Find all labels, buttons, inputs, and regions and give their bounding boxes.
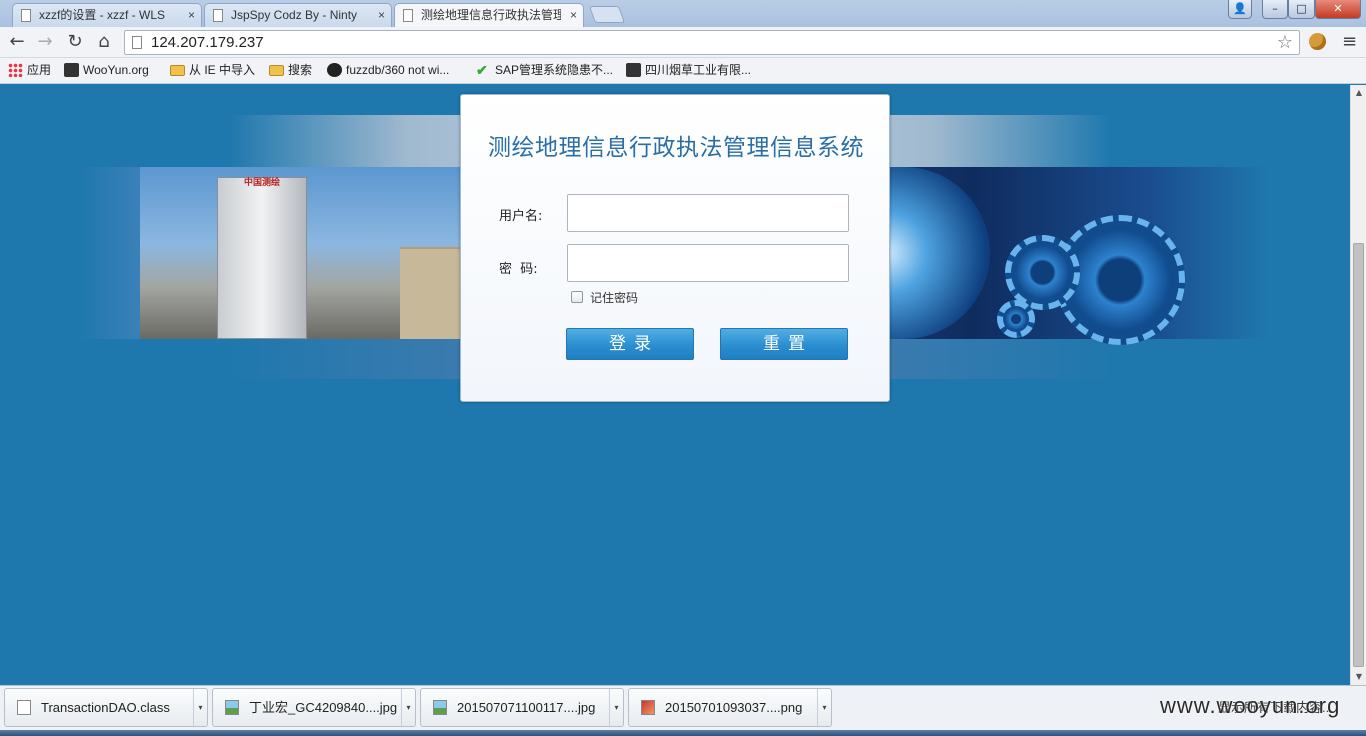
menu-icon[interactable]: ≡ [1342,30,1357,54]
vertical-scrollbar[interactable]: ▲ ▼ [1350,85,1366,685]
remember-password-checkbox[interactable] [571,291,583,303]
image-file-icon [225,700,239,715]
page-icon [21,9,31,22]
close-tab-icon[interactable]: × [570,4,577,26]
password-label: 密 码: [499,262,538,277]
download-item[interactable]: TransactionDAO.class ▾ [4,688,208,727]
bookmark-label: fuzzdb/360 not wi... [346,63,450,77]
minimize-button[interactable]: – [1262,0,1288,19]
folder-icon [170,65,185,76]
address-bar[interactable]: 124.207.179.237 ☆ [124,30,1300,55]
bookmark-label: 四川烟草工业有限... [645,63,752,77]
close-tab-icon[interactable]: × [378,4,385,26]
bookmark-wooyun[interactable]: WooYun.org [64,58,149,82]
system-title: 测绘地理信息行政执法管理信息系统 [488,135,864,161]
building-image [400,247,460,339]
remember-password-label[interactable]: 记住密码 [590,289,638,306]
download-item[interactable]: 丁业宏_GC4209840....jpg ▾ [212,688,416,727]
close-window-button[interactable]: ✕ [1315,0,1361,19]
tab-login-system[interactable]: 测绘地理信息行政执法管理 × [394,3,584,28]
download-menu-chevron-icon[interactable]: ▾ [401,689,415,726]
browser-toolbar: ← → ↻ ⌂ 124.207.179.237 ☆ ≡ [0,27,1366,58]
bookmark-fuzzdb[interactable]: fuzzdb/360 not wi... [327,58,449,82]
page-icon [403,9,413,22]
page-content: 中国测绘 测绘地理信息行政执法管理信息系统 用户名: 密 码: 记住密码 登录 … [0,85,1350,685]
image-file-icon [433,700,447,715]
tab-title: xzzf的设置 - xzzf - WLS [39,8,166,22]
close-tab-icon[interactable]: × [188,4,195,26]
bookmark-label: 应用 [27,63,52,77]
bookmark-folder-search[interactable]: 搜索 [269,58,312,82]
file-icon [17,700,31,715]
cookie-extension-icon[interactable] [1309,33,1326,50]
tab-xzzf-settings[interactable]: xzzf的设置 - xzzf - WLS × [12,3,202,27]
download-filename: TransactionDAO.class [41,700,170,715]
apps-grid-icon [8,63,23,77]
reload-icon[interactable]: ↻ [63,30,87,54]
forward-arrow-icon[interactable]: → [33,30,57,54]
maximize-button[interactable]: □ [1288,0,1315,19]
download-filename: 201507071100117....jpg [457,700,596,715]
wooyun-icon [64,63,79,77]
bookmark-label: 从 IE 中导入 [189,63,256,77]
bookmark-label: SAP管理系统隐患不... [495,63,614,77]
url-text[interactable]: 124.207.179.237 [151,31,264,54]
download-item[interactable]: 201507071100117....jpg ▾ [420,688,624,727]
scrollbar-thumb[interactable] [1353,243,1364,667]
office-tower-image [217,177,307,339]
github-icon [327,63,342,77]
username-label: 用户名: [499,209,543,224]
password-input[interactable] [567,244,849,282]
tab-strip: xzzf的设置 - xzzf - WLS × JspSpy Codz By - … [0,0,1366,28]
gear-icon [997,300,1035,338]
back-arrow-icon[interactable]: ← [5,30,29,54]
os-taskbar [0,730,1366,736]
checkmark-icon: ✔ [476,62,488,78]
login-button[interactable]: 登录 [566,328,694,360]
download-menu-chevron-icon[interactable]: ▾ [609,689,623,726]
download-filename: 丁业宏_GC4209840....jpg [249,700,398,715]
bookmark-sichuan-tobacco[interactable]: 四川烟草工业有限... [626,58,751,82]
home-icon[interactable]: ⌂ [92,30,116,54]
bookmark-label: WooYun.org [83,63,149,77]
bookmark-star-icon[interactable]: ☆ [1277,31,1293,54]
png-file-icon [641,700,655,715]
gear-icon [1005,235,1080,310]
scroll-up-arrow-icon[interactable]: ▲ [1351,85,1366,101]
download-menu-chevron-icon[interactable]: ▾ [193,689,207,726]
bookmark-apps[interactable]: 应用 [8,58,51,82]
login-panel: 测绘地理信息行政执法管理信息系统 用户名: 密 码: 记住密码 登录 重置 [460,94,890,402]
folder-icon [269,65,284,76]
bookmark-folder-ie-import[interactable]: 从 IE 中导入 [170,58,255,82]
watermark-text: www.wooyun.org [1160,693,1341,718]
page-icon [213,9,223,22]
download-item[interactable]: 20150701093037....png ▾ [628,688,832,727]
username-input[interactable] [567,194,849,232]
tower-sign-text: 中国测绘 [243,178,280,188]
page-icon [132,36,142,49]
download-menu-chevron-icon[interactable]: ▾ [817,689,831,726]
tab-title: JspSpy Codz By - Ninty [231,8,358,22]
scroll-down-arrow-icon[interactable]: ▼ [1351,669,1366,685]
wooyun-icon [626,63,641,77]
bookmarks-bar: 应用 WooYun.org 从 IE 中导入 搜索 fuzzdb/360 not… [0,58,1366,84]
tab-jspspy[interactable]: JspSpy Codz By - Ninty × [204,3,392,27]
bookmark-label: 搜索 [288,63,313,77]
bookmark-sap[interactable]: ✔ SAP管理系统隐患不... [476,58,613,82]
user-profile-icon[interactable]: 👤 [1228,0,1252,19]
download-filename: 20150701093037....png [665,700,803,715]
tab-title: 测绘地理信息行政执法管理 [421,8,561,22]
reset-button[interactable]: 重置 [720,328,848,360]
new-tab-button[interactable] [588,6,626,23]
